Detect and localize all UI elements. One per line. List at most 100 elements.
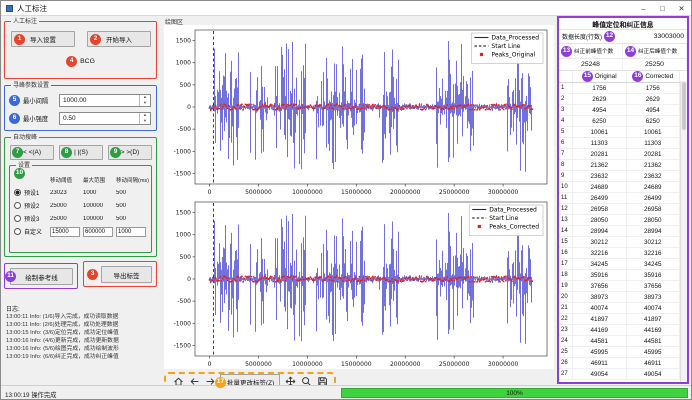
preset-radio[interactable] — [14, 202, 21, 209]
import-settings-button[interactable]: 1 导入设置 — [11, 31, 75, 47]
min-interval-spinbox[interactable]: 1000.00 ▲▼ — [59, 94, 151, 107]
table-row[interactable]: 7 20281 20281 — [559, 149, 680, 160]
original-column-header: 15 Original — [573, 71, 627, 82]
table-row[interactable]: 19 37656 37656 — [559, 281, 680, 292]
peak-info-title: 峰值定位和纠正信息 — [559, 18, 687, 30]
annotation-badge-17: 17 — [215, 377, 226, 388]
preset-radio[interactable] — [14, 215, 21, 222]
table-row[interactable]: 9 23632 23632 — [559, 171, 680, 182]
table-row[interactable]: 13 28050 28050 — [559, 215, 680, 226]
preset-row[interactable]: 预设1 23023 1000 500 — [14, 186, 149, 199]
pause-button[interactable]: 8 | |(S) — [59, 145, 103, 160]
minimize-button[interactable]: – — [634, 1, 653, 15]
table-row[interactable]: 2 2629 2629 — [559, 94, 680, 105]
table-row[interactable]: 8 21362 21362 — [559, 160, 680, 171]
progress-label: 100% — [506, 390, 523, 397]
title-bar: 人工标注 – □ ✕ — [1, 1, 691, 16]
original-value: 11303 — [573, 138, 627, 148]
preset-row[interactable]: 预设3 25000 100000 500 — [14, 212, 149, 225]
table-row[interactable]: 6 11303 11303 — [559, 138, 680, 149]
spin-down-icon[interactable]: ▼ — [140, 100, 150, 106]
col-max-range: 最大范围 — [83, 176, 116, 184]
table-row[interactable]: 27 49054 49054 — [559, 369, 680, 380]
table-row[interactable]: 17 34245 34245 — [559, 259, 680, 270]
table-row[interactable]: 16 32216 32216 — [559, 248, 680, 259]
annotation-badge-7: 7 — [12, 147, 23, 158]
draw-reference-button[interactable]: 绘制参考线 — [10, 268, 73, 285]
preset-row[interactable]: 自定义 15000 600000 1000 — [14, 225, 149, 238]
auto-peak-settings-group: 设置 10 移动阈值 最大范围 移动间隔(ms) 预设1 23023 1000 — [9, 165, 152, 253]
corrected-value: 10061 — [627, 127, 681, 137]
step-backward-button[interactable]: 7 < <(A) — [10, 145, 54, 160]
preset-list: 预设1 23023 1000 500 预设2 25000 100000 500 — [14, 186, 149, 238]
table-row[interactable]: 22 41897 41897 — [559, 314, 680, 325]
annotation-badge-14: 14 — [625, 46, 636, 57]
app-window: 人工标注 – □ ✕ 人工标注 1 导入设置 2 开始导入 4 BCG 寻峰参数… — [0, 0, 692, 400]
original-value: 28050 — [573, 215, 627, 225]
table-row[interactable]: 4 6250 6250 — [559, 116, 680, 127]
table-row[interactable]: 24 44581 44581 — [559, 336, 680, 347]
log-line: 13:00:16 Info: (4/6)更新完成，成功更新数据 — [6, 337, 160, 345]
corrected-value: 40074 — [627, 303, 681, 313]
table-row[interactable]: 3 4954 4954 — [559, 105, 680, 116]
min-strength-spinbox[interactable]: 0.50 ▲▼ — [59, 112, 151, 125]
preset-row[interactable]: 预设2 25000 100000 500 — [14, 199, 149, 212]
col-threshold: 移动阈值 — [50, 176, 83, 184]
chart-peaks-original[interactable] — [164, 25, 554, 197]
corrected-value: 23632 — [627, 171, 681, 181]
row-index: 5 — [559, 127, 573, 137]
original-value: 46911 — [573, 358, 627, 368]
corrected-value: 6250 — [627, 116, 681, 126]
table-row[interactable]: 14 28994 28994 — [559, 226, 680, 237]
figure — [164, 25, 554, 369]
start-import-button[interactable]: 2 开始导入 — [87, 31, 151, 47]
export-labels-button[interactable]: 导出标签 — [101, 266, 152, 283]
table-row[interactable]: 20 38973 38973 — [559, 292, 680, 303]
close-button[interactable]: ✕ — [672, 1, 691, 15]
table-row[interactable]: 23 44169 44169 — [559, 325, 680, 336]
table-row[interactable]: 10 24689 24689 — [559, 182, 680, 193]
table-row[interactable]: 25 45995 45995 — [559, 347, 680, 358]
annotation-badge-12: 12 — [604, 31, 615, 42]
status-bar: 13:00:19 操作完成 100% — [1, 385, 691, 399]
preset-radio[interactable] — [14, 189, 21, 196]
corrected-value: 28994 — [627, 226, 681, 236]
table-row[interactable]: 1 1756 1756 — [559, 83, 680, 94]
original-value: 30212 — [573, 237, 627, 247]
min-interval-value[interactable]: 1000.00 — [60, 95, 139, 106]
corrected-value: 30212 — [627, 237, 681, 247]
corrected-value: 37656 — [627, 281, 681, 291]
annotation-badge-5: 5 — [9, 95, 20, 106]
table-corner-cell — [559, 71, 573, 82]
table-row[interactable]: 18 35916 35916 — [559, 270, 680, 281]
draw-reference-group: 11 绘制参考线 — [4, 263, 78, 289]
original-value: 1756 — [573, 83, 627, 93]
table-row[interactable]: 21 40074 40074 — [559, 303, 680, 314]
table-row[interactable]: 26 46911 46911 — [559, 358, 680, 369]
maximize-button[interactable]: □ — [653, 1, 672, 15]
export-labels-group: 3 导出标签 — [83, 261, 157, 287]
step-forward-button[interactable]: 9 > >(D) — [108, 145, 152, 160]
annotation-badge-15: 15 — [582, 71, 593, 82]
preset-radio[interactable] — [14, 228, 21, 235]
chart-peaks-corrected[interactable] — [164, 197, 554, 369]
min-strength-value[interactable]: 0.50 — [60, 113, 139, 124]
annotation-badge-10: 10 — [14, 168, 25, 179]
original-value: 34245 — [573, 259, 627, 269]
table-scrollbar[interactable] — [680, 81, 687, 382]
auto-peak-group: 自动搜峰 7 < <(A) 8 | |(S) 9 > >(D) 设置 10 移动… — [4, 137, 157, 257]
row-index: 7 — [559, 149, 573, 159]
peak-table-header: 15 Original 16 Corrected — [559, 71, 680, 83]
table-row[interactable]: 11 26499 26499 — [559, 193, 680, 204]
table-row[interactable]: 15 30212 30212 — [559, 237, 680, 248]
spin-down-icon[interactable]: ▼ — [140, 118, 150, 124]
peak-count-headers: 13 纠正前峰值个数 14 纠正后峰值个数 — [559, 44, 687, 59]
scrollbar-thumb[interactable] — [682, 82, 686, 130]
table-row[interactable]: 12 26958 26958 — [559, 204, 680, 215]
corrected-value: 49054 — [627, 369, 681, 379]
data-length-label: 数据长度(行数) — [562, 32, 602, 41]
after-count-header: 14 纠正后峰值个数 — [623, 44, 687, 58]
log-line: 13:00:11 Info: (2/6)处理完成，成功处理数据 — [6, 321, 160, 329]
table-row[interactable]: 5 10061 10061 — [559, 127, 680, 138]
preset-interval-value: 500 — [116, 203, 149, 209]
